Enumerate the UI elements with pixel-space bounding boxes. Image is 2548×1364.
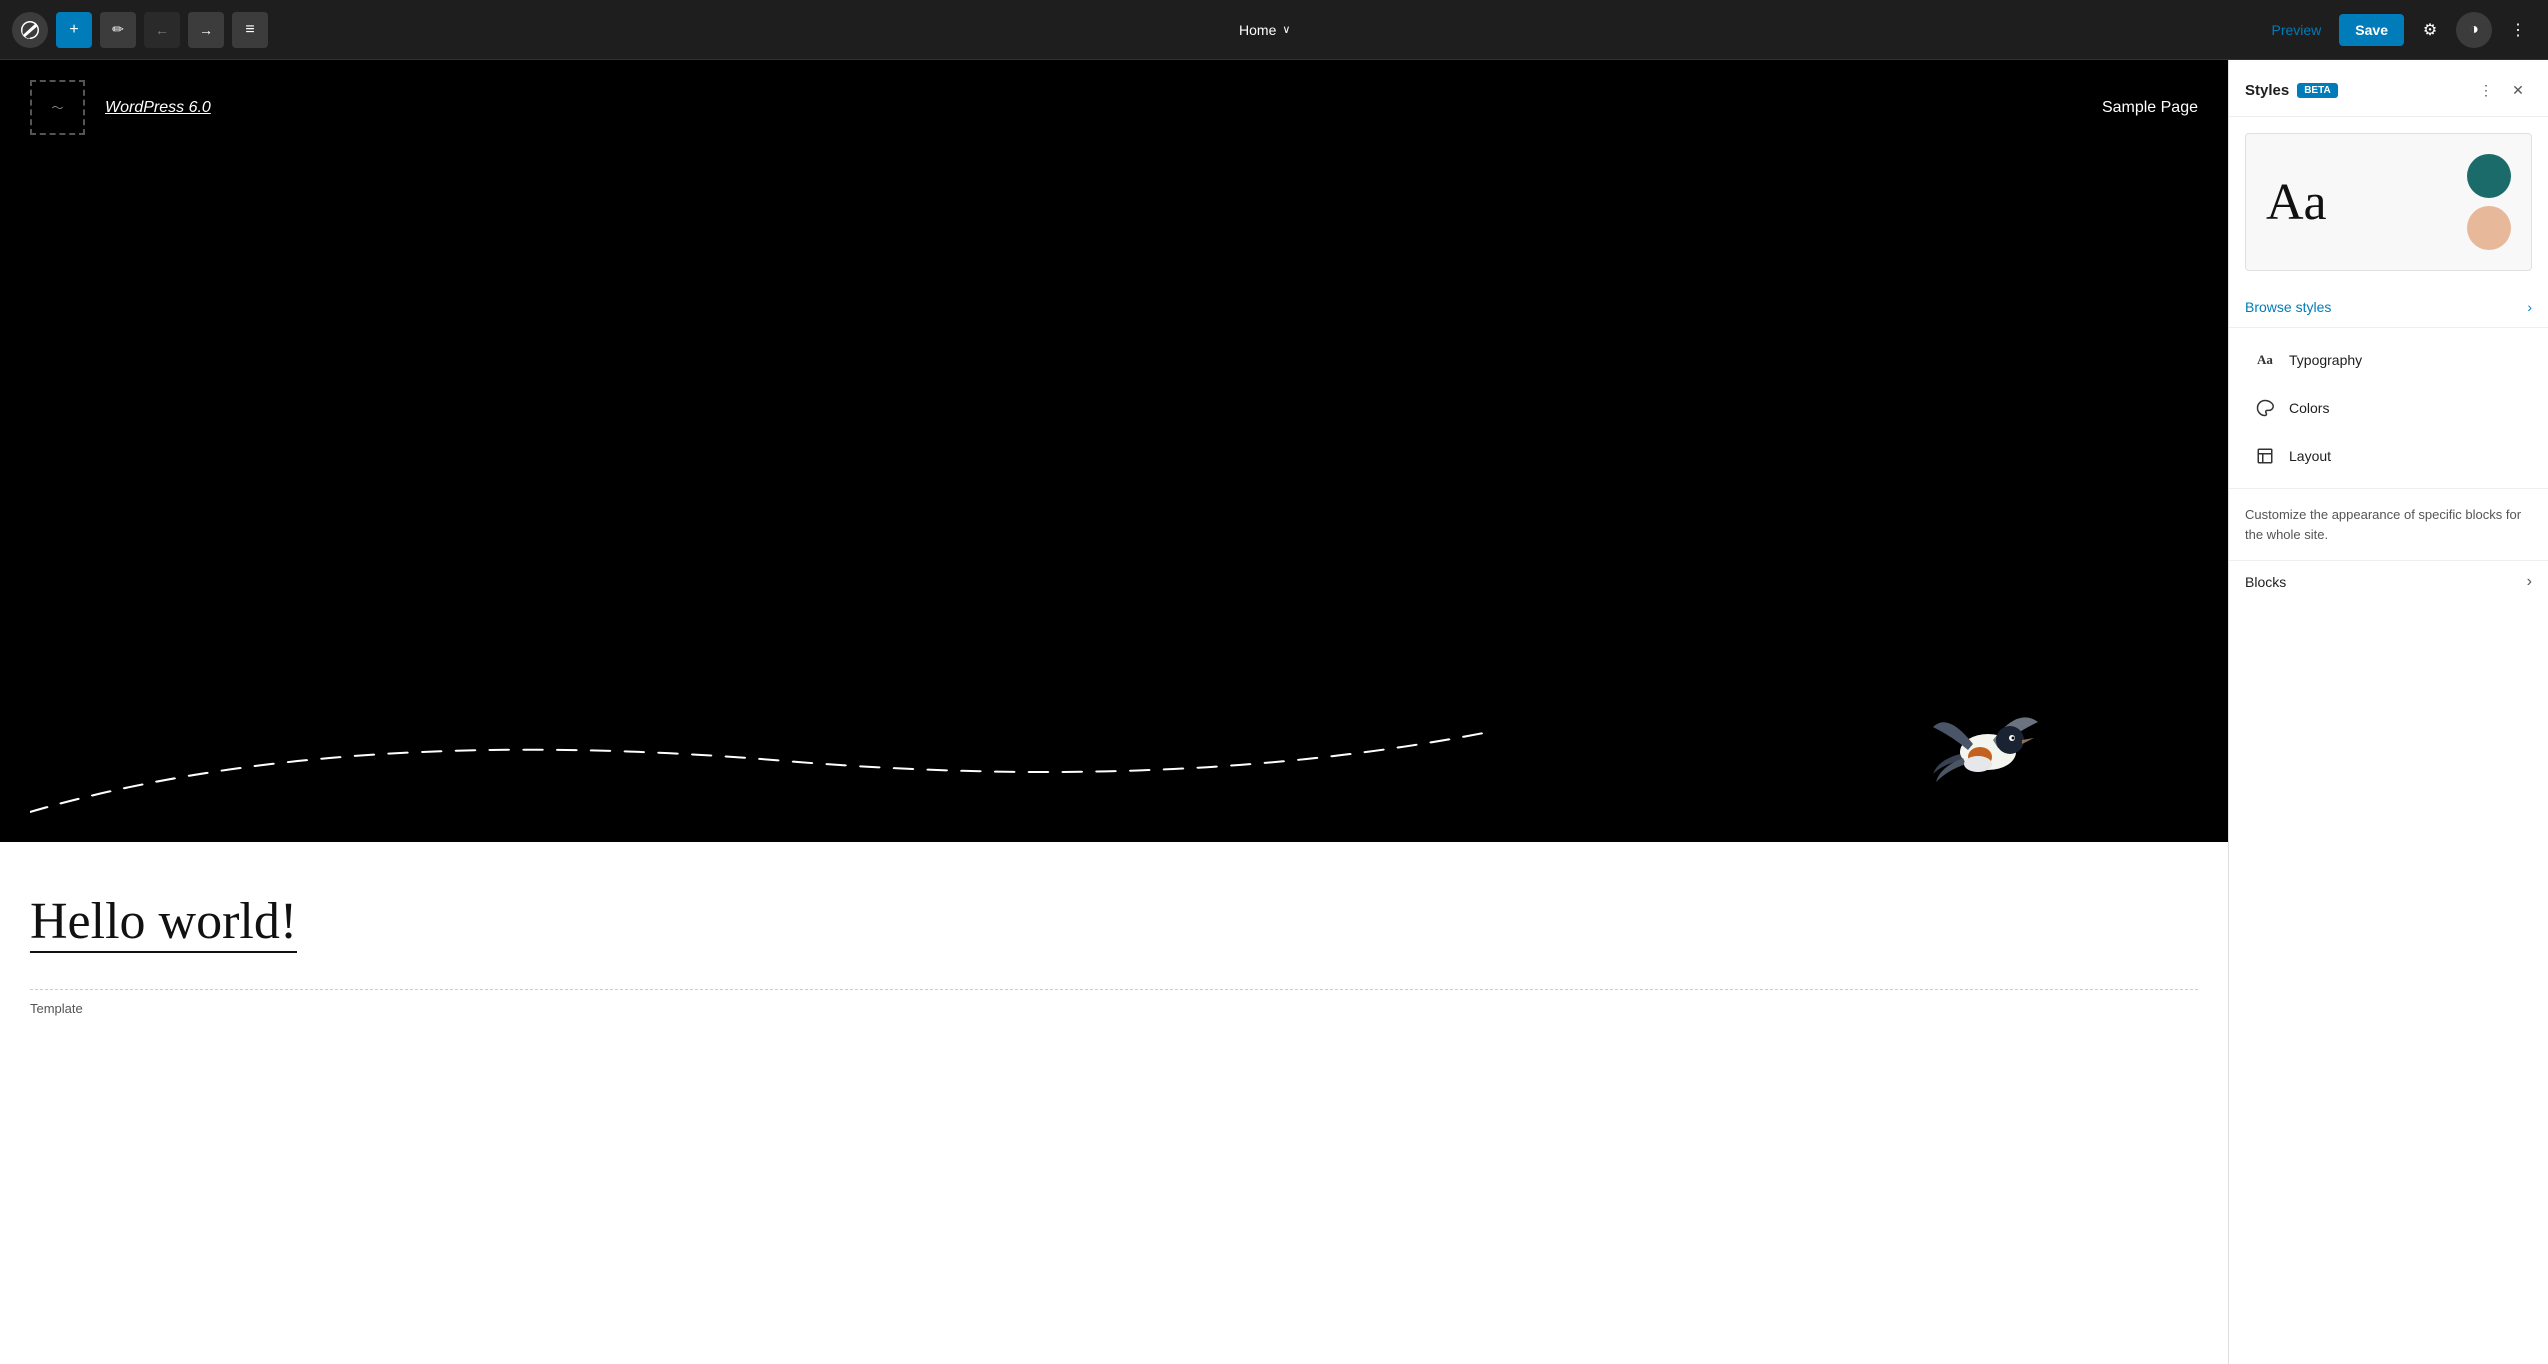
edit-mode-button[interactable]: ✏ <box>100 12 136 48</box>
sidebar-more-button[interactable]: ⋮ <box>2472 76 2500 104</box>
close-icon: ✕ <box>2512 82 2524 99</box>
color-circle-teal <box>2467 154 2511 198</box>
site-nav: Sample Page <box>2102 99 2198 117</box>
page-wrapper: WordPress 6.0 Sample Page <box>0 60 2228 1364</box>
blocks-row[interactable]: Blocks › <box>2229 560 2548 603</box>
redo-button[interactable]: → <box>188 12 224 48</box>
bird-illustration <box>1928 702 2048 792</box>
list-icon: ≡ <box>245 21 254 39</box>
menu-item-layout[interactable]: Layout <box>2237 432 2540 480</box>
menu-item-colors[interactable]: Colors <box>2237 384 2540 432</box>
menu-section: Aa Typography Colors Layout <box>2229 328 2548 488</box>
canvas: WordPress 6.0 Sample Page <box>0 60 2228 1364</box>
colors-label: Colors <box>2289 400 2329 416</box>
menu-item-typography[interactable]: Aa Typography <box>2237 336 2540 384</box>
more-icon: ⋮ <box>2510 20 2526 40</box>
site-logo[interactable] <box>30 80 85 135</box>
main-layout: WordPress 6.0 Sample Page <box>0 60 2548 1364</box>
edit-icon: ✏ <box>112 21 124 38</box>
blocks-chevron: › <box>2527 573 2532 591</box>
browse-styles-label: Browse styles <box>2245 299 2331 315</box>
list-view-button[interactable]: ≡ <box>232 12 268 48</box>
topbar-right: Preview Save ⚙ ◑ ⋮ <box>2262 12 2537 48</box>
topbar-center: Home ∨ <box>276 16 2254 44</box>
sidebar-title: Styles <box>2245 82 2289 99</box>
template-label: Template <box>30 1001 83 1016</box>
chevron-down-icon: ∨ <box>1282 23 1290 36</box>
browse-styles-chevron: › <box>2527 299 2532 315</box>
bird-area <box>30 135 2198 822</box>
typography-label: Typography <box>2289 352 2362 368</box>
colors-icon <box>2253 396 2277 420</box>
layout-label: Layout <box>2289 448 2331 464</box>
browse-styles-row[interactable]: Browse styles › <box>2229 287 2548 328</box>
hello-world-heading: Hello world! <box>30 892 297 953</box>
dark-mode-icon: ◑ <box>2469 21 2479 39</box>
beta-badge: Beta <box>2297 83 2337 98</box>
undo-button[interactable]: ← <box>144 12 180 48</box>
sidebar-header-actions: ⋮ ✕ <box>2472 76 2532 104</box>
redo-icon: → <box>199 22 213 38</box>
style-preview-circles <box>2467 154 2511 250</box>
typography-icon: Aa <box>2253 348 2277 372</box>
page-name: Home <box>1239 22 1276 38</box>
layout-icon <box>2253 444 2277 468</box>
blocks-label: Blocks <box>2245 574 2286 590</box>
hero-section: WordPress 6.0 Sample Page <box>0 60 2228 842</box>
dark-mode-button[interactable]: ◑ <box>2456 12 2492 48</box>
description-section: Customize the appearance of specific blo… <box>2229 488 2548 560</box>
style-preview-text: Aa <box>2266 173 2327 232</box>
color-circle-peach <box>2467 206 2511 250</box>
settings-button[interactable]: ⚙ <box>2412 12 2448 48</box>
add-block-button[interactable]: + <box>56 12 92 48</box>
dashed-path-svg <box>30 702 1873 822</box>
description-text: Customize the appearance of specific blo… <box>2245 507 2521 542</box>
content-section: Hello world! Template <box>0 842 2228 1038</box>
style-preview-card[interactable]: Aa <box>2245 133 2532 271</box>
site-header: WordPress 6.0 Sample Page <box>30 80 2198 135</box>
preview-button[interactable]: Preview <box>2262 16 2332 44</box>
sidebar-title-group: Styles Beta <box>2245 82 2338 99</box>
more-options-button[interactable]: ⋮ <box>2500 12 2536 48</box>
site-title: WordPress 6.0 <box>105 99 211 117</box>
save-button[interactable]: Save <box>2339 14 2404 46</box>
sidebar: Styles Beta ⋮ ✕ Aa Browse styles <box>2228 60 2548 1364</box>
settings-icon: ⚙ <box>2423 20 2437 40</box>
topbar: + ✏ ← → ≡ Home ∨ Preview Save ⚙ ◑ ⋮ <box>0 0 2548 60</box>
wp-logo[interactable] <box>12 12 48 48</box>
sidebar-more-icon: ⋮ <box>2479 82 2493 99</box>
undo-icon: ← <box>155 22 169 38</box>
page-selector[interactable]: Home ∨ <box>1227 16 1302 44</box>
sidebar-header: Styles Beta ⋮ ✕ <box>2229 60 2548 117</box>
sidebar-close-button[interactable]: ✕ <box>2504 76 2532 104</box>
